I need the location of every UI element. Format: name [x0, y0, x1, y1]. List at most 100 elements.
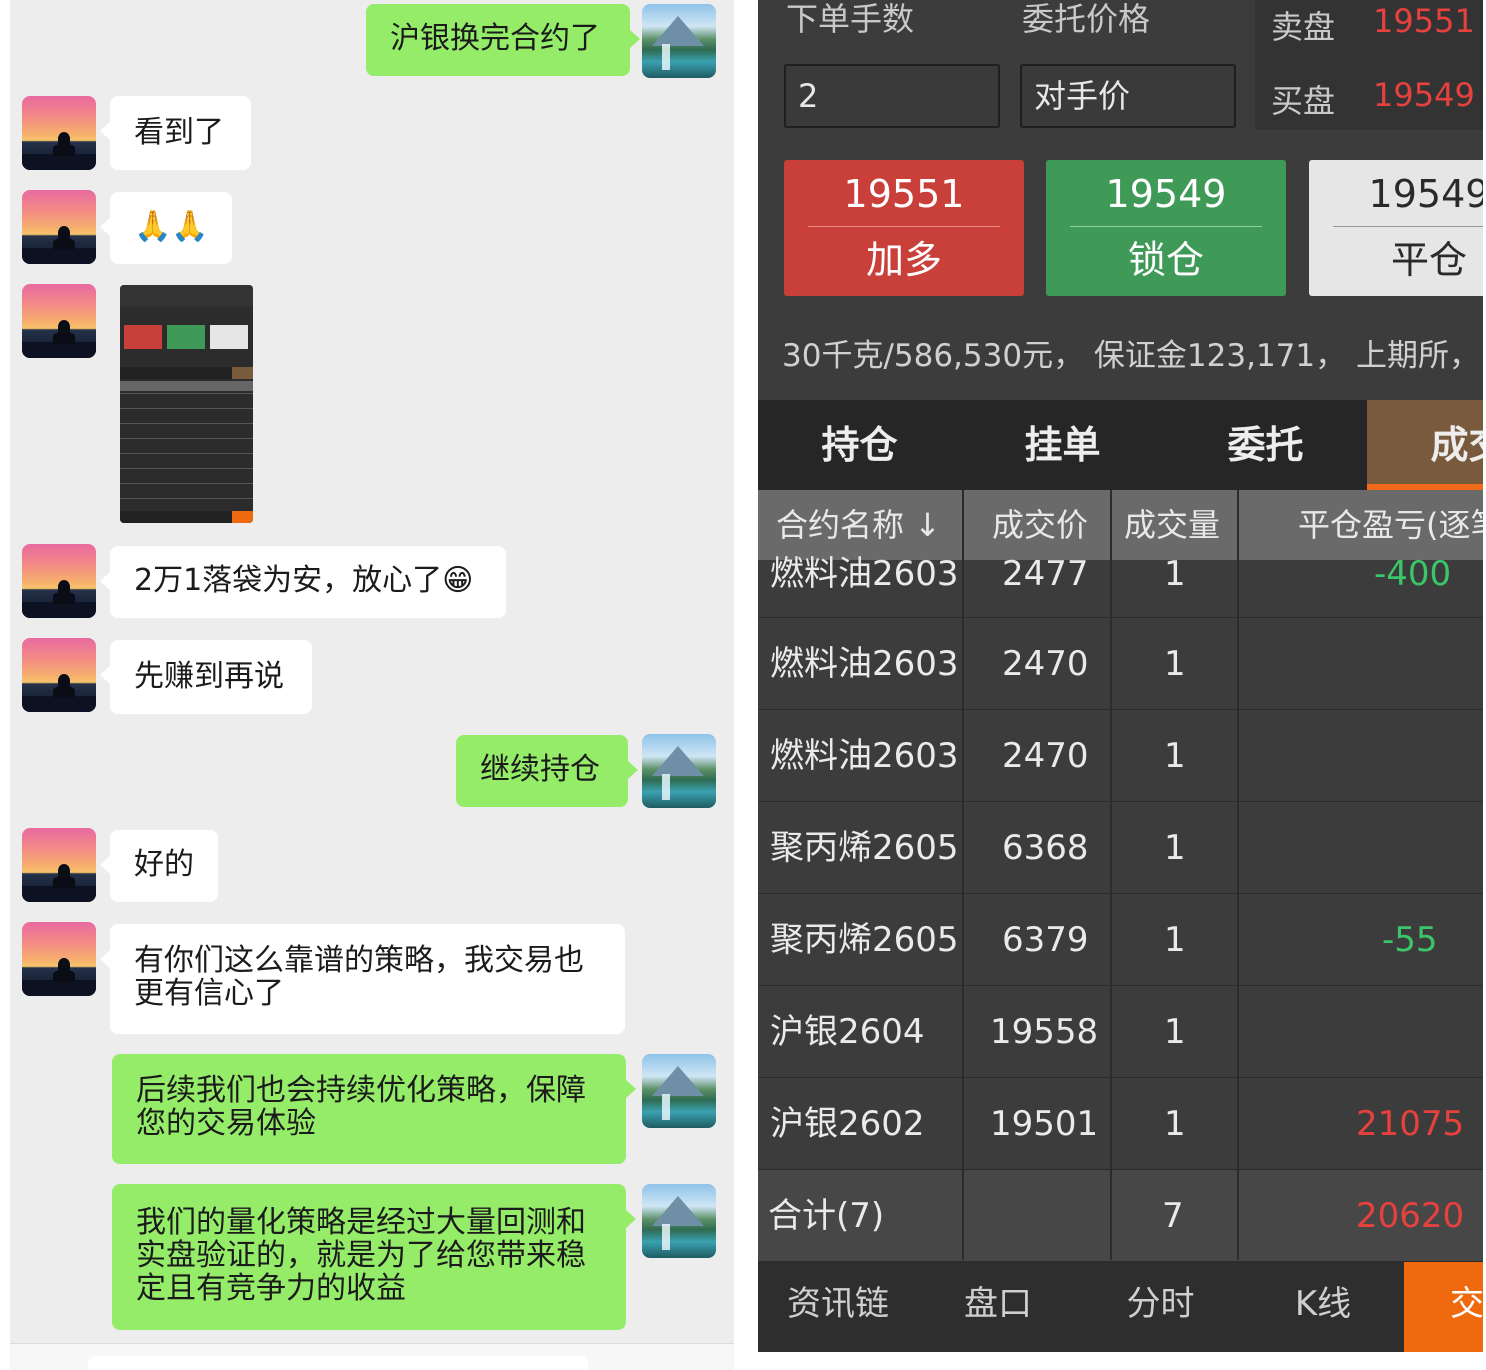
cell-price: 6379 [1002, 920, 1089, 960]
avatar-contact[interactable] [22, 190, 96, 264]
message-bubble-outgoing[interactable]: 沪银换完合约了 [366, 4, 640, 76]
bottom-nav: 资讯链 盘口 分时 K线 交易 [758, 1262, 1483, 1352]
message-text: 继续持仓 [480, 752, 600, 787]
cell-price: 6368 [1002, 828, 1089, 868]
cell-pnl: 20620 [1356, 1196, 1465, 1236]
nav-trade[interactable]: 交易 [1404, 1262, 1483, 1352]
message-bubble-incoming[interactable]: 2万1落袋为安，放心了😁 [100, 546, 506, 618]
nav-news[interactable]: 资讯链 [758, 1262, 918, 1352]
cell-contract: 燃料油2603 [770, 736, 959, 776]
avatar-contact[interactable] [22, 544, 96, 618]
contract-info: 30千克/586,530元， 保证金123,171， 上期所， [782, 338, 1480, 374]
cell-contract: 聚丙烯2605 [770, 828, 959, 868]
table-row[interactable]: 沪银2604 19558 1 [758, 986, 1483, 1078]
cell-pnl: -55 [1382, 920, 1438, 960]
message-bubble-outgoing[interactable]: 后续我们也会持续优化策略，保障您的交易体验 [112, 1054, 636, 1164]
nav-kline[interactable]: K线 [1243, 1262, 1403, 1352]
avatar-contact[interactable] [22, 638, 96, 712]
avatar-contact[interactable] [22, 96, 96, 170]
add-long-button[interactable]: 19551 加多 [784, 160, 1024, 296]
cell-qty: 1 [1164, 554, 1186, 594]
nav-orderbook[interactable]: 盘口 [918, 1262, 1078, 1352]
bid-label: 买盘 [1271, 82, 1336, 120]
shared-screenshot-thumbnail[interactable] [120, 285, 253, 523]
avatar-self[interactable] [642, 1184, 716, 1258]
message-text: 🙏🙏 [134, 209, 209, 244]
table-row[interactable]: 聚丙烯2605 6379 1 -55 [758, 894, 1483, 986]
order-price-label: 委托价格 [1022, 0, 1151, 38]
trading-panel: 下单手数 委托价格 2 对手价 卖盘 19551 买盘 19549 19551 … [758, 0, 1483, 1352]
button-action: 锁仓 [1127, 238, 1204, 282]
button-action: 加多 [865, 238, 942, 282]
avatar-contact[interactable] [22, 284, 96, 358]
order-qty-label: 下单手数 [786, 0, 915, 38]
message-text: 我们的量化策略是经过大量回测和实盘验证的，就是为了给您带来稳定且有竞争力的收益 [136, 1205, 586, 1306]
cell-qty: 1 [1164, 1012, 1186, 1052]
message-bubble-incoming[interactable]: 有你们这么靠谱的策略，我交易也更有信心了 [100, 924, 625, 1034]
button-action: 平仓 [1390, 238, 1467, 282]
cell-qty: 1 [1164, 1104, 1186, 1144]
cell-qty: 7 [1162, 1196, 1184, 1236]
cell-contract: 聚丙烯2605 [770, 920, 959, 960]
cell-qty: 1 [1164, 828, 1186, 868]
message-bubble-outgoing[interactable]: 我们的量化策略是经过大量回测和实盘验证的，就是为了给您带来稳定且有竞争力的收益 [112, 1184, 636, 1330]
message-text: 看到了 [134, 115, 224, 150]
button-price: 19551 [843, 172, 965, 216]
message-bubble-outgoing[interactable]: 继续持仓 [456, 735, 638, 807]
message-text: 有你们这么靠谱的策略，我交易也更有信心了 [134, 943, 584, 1011]
button-price: 19549 [1105, 172, 1227, 216]
cell-qty: 1 [1164, 920, 1186, 960]
quote-box: 卖盘 19551 买盘 19549 [1255, 0, 1483, 130]
lock-position-button[interactable]: 19549 锁仓 [1046, 160, 1286, 296]
order-qty-input[interactable]: 2 [784, 64, 1000, 128]
bid-price: 19549 [1373, 76, 1475, 114]
button-price: 19549 [1368, 172, 1483, 216]
cell-pnl: -400 [1374, 554, 1452, 594]
close-position-button[interactable]: 19549 平仓 [1309, 160, 1483, 296]
cell-price: 2470 [1002, 736, 1089, 776]
cell-qty: 1 [1164, 736, 1186, 776]
avatar-contact[interactable] [22, 828, 96, 902]
avatar-self[interactable] [642, 1054, 716, 1128]
message-bubble-incoming[interactable]: 看到了 [100, 96, 251, 170]
ask-label: 卖盘 [1271, 8, 1336, 46]
table-total-row: 合计(7) 7 20620 [758, 1170, 1483, 1262]
cell-contract: 燃料油2603 [770, 554, 959, 594]
ask-price: 19551 [1373, 2, 1475, 40]
order-price-select[interactable]: 对手价 [1020, 64, 1236, 128]
message-text: 好的 [134, 847, 194, 882]
cell-contract: 沪银2602 [770, 1104, 925, 1144]
message-text: 先赚到再说 [134, 659, 284, 694]
message-bubble-incoming[interactable]: 🙏🙏 [100, 192, 232, 264]
chat-input-bar [10, 1343, 734, 1370]
message-bubble-incoming[interactable]: 先赚到再说 [100, 640, 312, 714]
tab-orders[interactable]: 委托 [1164, 400, 1367, 490]
table-row[interactable]: 燃料油2603 2477 1 -400 [758, 530, 1483, 618]
message-input[interactable] [88, 1356, 588, 1370]
tab-bar: 持仓 挂单 委托 成交 [758, 400, 1483, 490]
avatar-self[interactable] [642, 4, 716, 78]
nav-timeshare[interactable]: 分时 [1078, 1262, 1243, 1352]
message-text: 2万1落袋为安，放心了😁 [134, 563, 474, 598]
cell-price: 19501 [990, 1104, 1099, 1144]
cell-contract: 合计(7) [768, 1196, 885, 1236]
cell-price: 19558 [990, 1012, 1099, 1052]
table-row[interactable]: 聚丙烯2605 6368 1 [758, 802, 1483, 894]
table-row[interactable]: 沪银2602 19501 1 21075 [758, 1078, 1483, 1170]
avatar-self[interactable] [642, 734, 716, 808]
cell-qty: 1 [1164, 644, 1186, 684]
cell-contract: 沪银2604 [770, 1012, 925, 1052]
cell-pnl: 21075 [1356, 1104, 1465, 1144]
chat-panel: 沪银换完合约了 看到了 🙏🙏 2万1落袋为安，放心了😁 先赚到再说 继续持仓 好… [10, 0, 734, 1370]
tab-positions[interactable]: 持仓 [758, 400, 961, 490]
message-bubble-incoming[interactable]: 好的 [100, 830, 218, 902]
cell-price: 2477 [1002, 554, 1089, 594]
table-row[interactable]: 燃料油2603 2470 1 [758, 710, 1483, 802]
table-row[interactable]: 燃料油2603 2470 1 [758, 618, 1483, 710]
tab-fills[interactable]: 成交 [1367, 400, 1483, 490]
cell-price: 2470 [1002, 644, 1089, 684]
tab-pending[interactable]: 挂单 [961, 400, 1164, 490]
message-text: 沪银换完合约了 [390, 21, 600, 56]
message-text: 后续我们也会持续优化策略，保障您的交易体验 [136, 1073, 586, 1141]
avatar-contact[interactable] [22, 922, 96, 996]
